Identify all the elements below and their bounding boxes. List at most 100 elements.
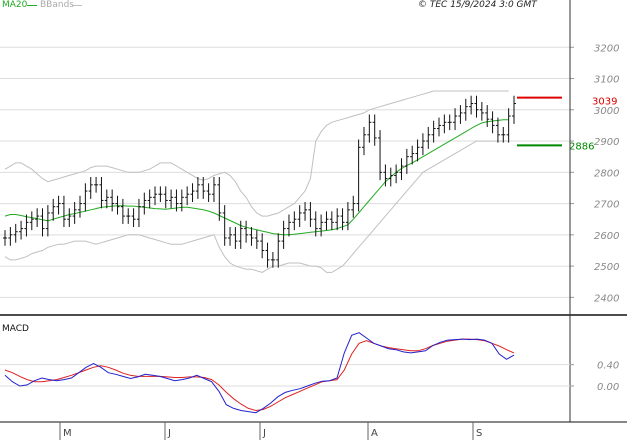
macd-panel: MACD 0.00 0.40 — [0, 324, 619, 414]
price-bar — [265, 242, 270, 268]
price-tick-label: 2400 — [594, 293, 619, 304]
resistance-label: 3039 — [592, 97, 617, 108]
price-bar — [88, 177, 93, 199]
month-label: J — [262, 428, 266, 439]
price-bar — [292, 211, 297, 231]
price-bar — [356, 139, 361, 212]
price-bar — [286, 214, 291, 237]
price-bar — [83, 183, 88, 212]
price-bar — [153, 186, 158, 206]
price-bar — [217, 177, 222, 221]
price-bar — [120, 198, 125, 224]
price-bar — [40, 208, 45, 237]
price-bar — [474, 95, 479, 118]
price-bar — [67, 208, 72, 228]
price-tick-label: 3100 — [594, 75, 619, 86]
price-tick-label: 2500 — [594, 262, 619, 273]
price-bar — [35, 208, 40, 228]
month-label: A — [371, 428, 378, 439]
price-bar — [131, 208, 136, 228]
price-bar — [179, 189, 184, 212]
month-label: M — [63, 428, 72, 439]
price-bar — [233, 227, 238, 249]
macd-panel-label: MACD — [2, 324, 29, 334]
stock-chart: 2400250026002700280029003000310032003039… — [0, 0, 627, 440]
price-bar — [313, 211, 318, 237]
price-bar — [297, 205, 302, 228]
price-panel: 2400250026002700280029003000310032003039… — [0, 0, 627, 422]
price-tick-label: 2600 — [594, 231, 619, 242]
price-bar — [228, 227, 233, 246]
price-bar — [185, 186, 190, 206]
macd-tick-label: 0.00 — [597, 382, 619, 393]
price-bar — [447, 114, 452, 131]
price-bar — [61, 195, 66, 228]
price-bar — [420, 133, 425, 156]
price-bar — [195, 177, 200, 199]
price-bar — [254, 230, 259, 249]
ma20-line — [4, 119, 509, 236]
price-bar — [270, 252, 275, 268]
price-bar — [436, 117, 441, 137]
price-bar — [110, 189, 115, 212]
price-bar — [506, 108, 511, 143]
price-bar — [367, 114, 372, 143]
price-bar — [51, 198, 56, 221]
price-bar — [158, 186, 163, 203]
price-bar — [126, 208, 131, 224]
month-label: S — [476, 428, 482, 439]
price-bar — [351, 195, 356, 218]
price-bar — [458, 105, 463, 124]
price-bar — [29, 211, 34, 231]
price-bar — [115, 195, 120, 215]
price-bar — [260, 233, 265, 259]
price-bar — [329, 211, 334, 231]
price-bar — [485, 105, 490, 127]
price-bar — [13, 223, 18, 243]
price-tick-label: 3200 — [594, 43, 619, 54]
price-bar — [335, 208, 340, 231]
price-tick-label: 2800 — [594, 168, 619, 179]
price-bar — [501, 126, 506, 143]
price-bar — [163, 186, 168, 209]
price-bar — [479, 101, 484, 121]
price-bar — [24, 214, 29, 237]
price-tick-label: 2700 — [594, 200, 619, 211]
month-label: J — [167, 428, 171, 439]
price-bar — [345, 202, 350, 231]
price-bar — [222, 205, 227, 246]
price-bar — [249, 227, 254, 246]
price-bar — [211, 177, 216, 203]
price-bar — [415, 139, 420, 162]
price-bar — [324, 211, 329, 231]
price-bar — [388, 167, 393, 187]
price-bar — [404, 148, 409, 174]
price-bar — [104, 189, 109, 209]
price-bar — [94, 177, 99, 193]
price-bar — [78, 195, 83, 218]
price-bar — [3, 230, 7, 246]
price-bar — [303, 202, 308, 221]
price-bar — [276, 233, 281, 268]
macd-tick-label: 0.40 — [597, 361, 619, 372]
macd-line — [4, 332, 515, 414]
support-label: 2886 — [569, 141, 594, 152]
price-bar — [147, 189, 152, 209]
time-axis: MJJAS — [0, 421, 627, 440]
price-bar — [431, 120, 436, 143]
price-bar — [19, 220, 24, 240]
price-bar — [453, 108, 458, 131]
price-bar — [56, 195, 61, 215]
price-bar — [490, 111, 495, 134]
price-bar — [426, 126, 431, 149]
price-bar — [244, 220, 249, 243]
price-bar — [308, 202, 313, 228]
price-bar — [469, 95, 474, 115]
price-bar — [201, 177, 206, 199]
price-bar — [190, 183, 195, 203]
price-tick-label: 2900 — [594, 137, 619, 148]
price-bar — [206, 183, 211, 203]
bband-lower-line — [4, 140, 509, 273]
macd-signal-line — [4, 338, 515, 412]
price-bar — [319, 214, 324, 237]
